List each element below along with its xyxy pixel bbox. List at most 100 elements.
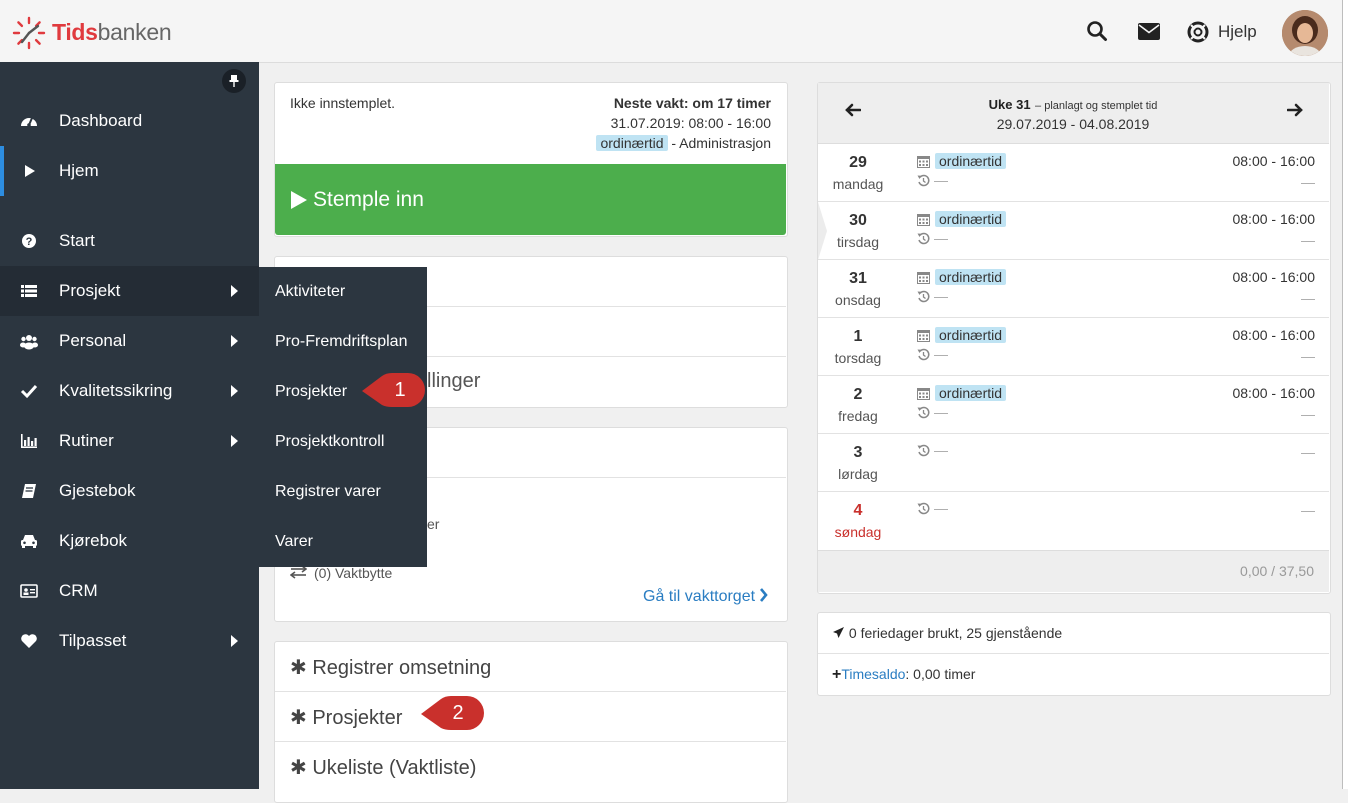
sidebar-item-kvalitetssikring[interactable]: Kvalitetssikring <box>0 366 259 416</box>
stamped-time-right: — <box>1301 174 1315 190</box>
sidebar-item-label: Gjestebok <box>59 481 136 500</box>
submenu-item-pro-fremdriftsplan[interactable]: Pro-Fremdriftsplan <box>275 333 407 351</box>
stamp-status: Ikke innstemplet. <box>290 95 396 111</box>
partial-panel-text: er <box>427 516 440 532</box>
sidebar-item-prosjekt[interactable]: Prosjekt <box>0 266 259 316</box>
submenu-item-varer[interactable]: Varer <box>275 533 313 551</box>
history-icon <box>917 232 930 245</box>
tidsbanken-logo-icon[interactable] <box>12 16 46 50</box>
pin-icon <box>229 75 239 87</box>
timesaldo-link[interactable]: Timesaldo <box>841 666 905 682</box>
sidebar-item-hjem[interactable]: Hjem <box>0 146 259 196</box>
divider <box>275 741 786 742</box>
planned-time: 08:00 - 16:00 <box>1232 269 1315 285</box>
check-icon <box>20 384 38 399</box>
arrow-right-icon[interactable] <box>1287 103 1303 117</box>
day-name: tirsdag <box>836 234 880 250</box>
vacation-text: 0 feriedager brukt, 25 gjenstående <box>848 625 1063 641</box>
sidebar-item-label: Dashboard <box>59 111 143 130</box>
stamped-time-right: — <box>1301 406 1315 422</box>
divider <box>818 201 1329 202</box>
stamped-time: — <box>934 346 948 362</box>
brand-name-bold: Tids <box>52 19 98 45</box>
user-avatar[interactable] <box>1282 10 1328 56</box>
go-to-shift-market-link[interactable]: Gå til vakttorget <box>643 588 768 606</box>
sidebar-item-gjestebok[interactable]: Gjestebok <box>0 466 259 516</box>
stamped-time: — <box>934 404 948 420</box>
submenu-item-registrer-varer[interactable]: Registrer varer <box>275 483 381 501</box>
asterisk-icon: ✱ <box>290 757 307 779</box>
callout-number-1: 1 <box>394 379 406 401</box>
day-number: 31 <box>849 270 867 287</box>
arrow-left-icon[interactable] <box>845 103 861 117</box>
sidebar-item-label: Hjem <box>59 161 99 180</box>
calendar-icon <box>917 272 930 284</box>
chevron-right-icon <box>231 435 238 447</box>
day-name: søndag <box>834 524 882 540</box>
shift-type-tag: ordinærtid <box>935 153 1007 169</box>
sidebar-item-kjorebok[interactable]: Kjørebok <box>0 516 259 566</box>
calendar-icon <box>917 330 930 342</box>
search-icon[interactable] <box>1086 20 1108 42</box>
brand-name-normal: banken <box>97 19 172 45</box>
sidebar-item-personal[interactable]: Personal <box>0 316 259 366</box>
help-link[interactable]: Hjelp <box>1218 22 1257 42</box>
shift-department: - Administrasjon <box>671 135 771 151</box>
book-icon <box>22 484 36 498</box>
sidebar-item-label: Personal <box>59 331 127 350</box>
chevron-right-icon <box>231 335 238 347</box>
sidebar-item-rutiner[interactable]: Rutiner <box>0 416 259 466</box>
planned-time: 08:00 - 16:00 <box>1232 211 1315 227</box>
history-icon <box>917 348 930 361</box>
submenu-item-aktiviteter[interactable]: Aktiviteter <box>275 283 345 301</box>
play-icon <box>291 191 307 209</box>
shift-swap-count: (0) Vaktbytte <box>314 565 393 581</box>
stamped-time-right: — <box>1301 502 1315 518</box>
day-name: lørdag <box>838 466 878 482</box>
chevron-right-icon <box>231 635 238 647</box>
pin-sidebar-button[interactable] <box>222 69 246 93</box>
next-shift-time: 31.07.2019: 08:00 - 16:00 <box>610 115 771 131</box>
day-number: 29 <box>849 154 867 171</box>
sidebar-item-label: Kvalitetssikring <box>59 381 173 400</box>
sidebar-item-label: Start <box>59 231 95 250</box>
shortcut-ukeliste[interactable]: ✱ Ukeliste (Vaktliste) <box>290 755 476 780</box>
sidebar-item-crm[interactable]: CRM <box>0 566 259 616</box>
shortcut-label: Registrer omsetning <box>312 657 492 679</box>
list-icon <box>21 285 37 297</box>
shortcut-label: Ukeliste (Vaktliste) <box>312 757 477 779</box>
sidebar-item-label: Prosjekt <box>59 281 121 300</box>
lifebuoy-help-icon[interactable] <box>1187 21 1209 43</box>
submenu-item-prosjekter[interactable]: Prosjekter <box>275 383 347 401</box>
day-number: 1 <box>853 328 863 345</box>
stamped-time-right: — <box>1301 444 1315 460</box>
callout-number-2: 2 <box>452 702 464 724</box>
planned-time: 08:00 - 16:00 <box>1232 385 1315 401</box>
brand-name[interactable]: Tidsbanken <box>52 19 172 46</box>
sidebar-item-tilpasset[interactable]: Tilpasset <box>0 616 259 666</box>
sidebar-item-start[interactable]: ? Start <box>0 216 259 266</box>
heart-icon <box>21 634 37 648</box>
shortcut-prosjekter[interactable]: ✱ Prosjekter <box>290 705 402 730</box>
stamp-in-label: Stemple inn <box>313 188 424 211</box>
vacation-info: 0 feriedager brukt, 25 gjenstående <box>832 625 1062 641</box>
partial-panel-text[interactable]: llinger <box>427 370 480 393</box>
planned-time: 08:00 - 16:00 <box>1232 327 1315 343</box>
shortcut-label: Prosjekter <box>312 707 403 729</box>
divider <box>818 375 1329 376</box>
stamped-time: — <box>934 230 948 246</box>
stamped-time-right: — <box>1301 348 1315 364</box>
mail-icon[interactable] <box>1138 23 1160 40</box>
submenu-item-prosjektkontroll[interactable]: Prosjektkontroll <box>275 433 384 451</box>
car-icon <box>21 535 37 548</box>
sidebar-item-dashboard[interactable]: Dashboard <box>0 96 259 146</box>
shortcut-registrer-omsetning[interactable]: ✱ Registrer omsetning <box>290 655 491 680</box>
history-icon <box>917 290 930 303</box>
day-number: 30 <box>849 212 867 229</box>
next-shift-label: Neste vakt: om 17 timer <box>613 95 771 111</box>
stamp-in-button[interactable]: Stemple inn <box>275 164 786 235</box>
chevron-right-icon <box>231 385 238 397</box>
week-date-range: 29.07.2019 - 04.08.2019 <box>996 116 1150 132</box>
week-title: Uke 31 – planlagt og stemplet tid <box>900 96 1246 114</box>
stamped-time-right: — <box>1301 232 1315 248</box>
